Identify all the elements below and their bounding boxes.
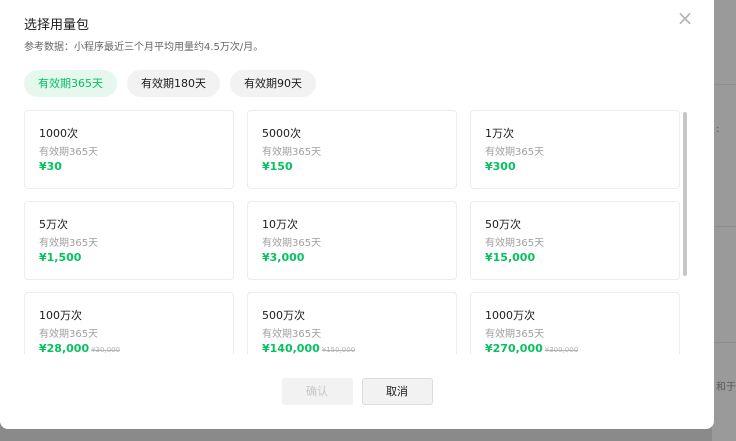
package-price-row: ¥3,000 [262,251,442,264]
package-name: 5万次 [39,218,68,231]
package-card[interactable]: 5000次有效期365天 ¥150 [247,110,457,189]
background-text: : [716,124,720,135]
close-icon[interactable]: × [676,8,694,28]
package-validity: 有效期365天 [262,329,322,340]
package-validity: 有效期365天 [39,238,99,249]
tab-validity[interactable]: 有效期180天 [127,70,220,97]
package-price-row: ¥1,500 [39,251,219,264]
cancel-button[interactable]: 取消 [361,378,433,405]
package-dialog: 选择用量包 参考数据：小程序最近三个月平均用量约4.5万次/月。 × 有效期36… [0,0,714,429]
package-card[interactable]: 1000次有效期365天 ¥30 [24,110,234,189]
package-price: ¥150 [262,160,293,173]
package-price: ¥30 [39,160,62,173]
package-name: 1000次 [39,127,78,140]
package-price-row: ¥15,000 [485,251,665,264]
background-text: 和于 [716,382,736,393]
package-validity: 有效期365天 [485,238,545,249]
package-price: ¥270,000 [485,342,543,354]
package-name: 10万次 [262,218,298,231]
package-name: 50万次 [485,218,521,231]
dialog-footer: 确认 取消 [0,378,714,405]
package-validity: 有效期365天 [262,238,322,249]
background-divider [712,226,736,227]
scrollbar-thumb[interactable] [683,112,687,276]
package-original-price: ¥30,000 [91,346,121,354]
package-name: 1000万次 [485,309,535,322]
package-price: ¥28,000 [39,342,90,354]
package-name: 500万次 [262,309,305,322]
package-card[interactable]: 500万次有效期365天 ¥140,000 ¥150,000 [247,292,457,354]
package-price: ¥3,000 [262,251,305,264]
package-price-row: ¥140,000 ¥150,000 [262,342,442,354]
tab-validity[interactable]: 有效期365天 [24,70,117,97]
package-name: 100万次 [39,309,82,322]
package-original-price: ¥300,000 [544,346,579,354]
package-price-row: ¥28,000 ¥30,000 [39,342,219,354]
package-card[interactable]: 1万次有效期365天 ¥300 [470,110,680,189]
package-validity: 有效期365天 [485,329,545,340]
package-price: ¥300 [485,160,516,173]
background-page [712,0,736,441]
package-price: ¥15,000 [485,251,536,264]
dialog-subtitle: 参考数据：小程序最近三个月平均用量约4.5万次/月。 [24,42,264,53]
package-price: ¥1,500 [39,251,82,264]
package-list: 1000次有效期365天 ¥30 5000次有效期365天 ¥150 1万次有效期365… [24,110,680,354]
scrollbar[interactable] [681,110,689,354]
dialog-title: 选择用量包 [24,18,90,33]
package-name: 5000次 [262,127,301,140]
package-card[interactable]: 1000万次 有效期365天 ¥270,000 ¥300,000 [470,292,680,354]
package-card[interactable]: 10万次有效期365天 ¥3,000 [247,201,457,280]
package-card[interactable]: 100万次有效期365天 ¥28,000 ¥30,000 [24,292,234,354]
background-divider [712,84,736,85]
confirm-button[interactable]: 确认 [281,378,353,405]
tab-validity[interactable]: 有效期90天 [230,70,316,97]
package-card[interactable]: 5万次有效期365天 ¥1,500 [24,201,234,280]
package-validity: 有效期365天 [39,147,99,158]
package-validity: 有效期365天 [485,147,545,158]
package-price: ¥140,000 [262,342,320,354]
package-price-row: ¥300 [485,160,665,173]
package-original-price: ¥150,000 [321,346,356,354]
package-name: 1万次 [485,127,514,140]
validity-tabs: 有效期365天 有效期180天 有效期90天 [24,70,316,97]
package-price-row: ¥270,000 ¥300,000 [485,342,665,354]
background-divider [712,342,736,343]
package-card[interactable]: 50万次有效期365天 ¥15,000 [470,201,680,280]
package-price-row: ¥30 [39,160,219,173]
package-validity: 有效期365天 [39,329,99,340]
package-price-row: ¥150 [262,160,442,173]
package-validity: 有效期365天 [262,147,322,158]
